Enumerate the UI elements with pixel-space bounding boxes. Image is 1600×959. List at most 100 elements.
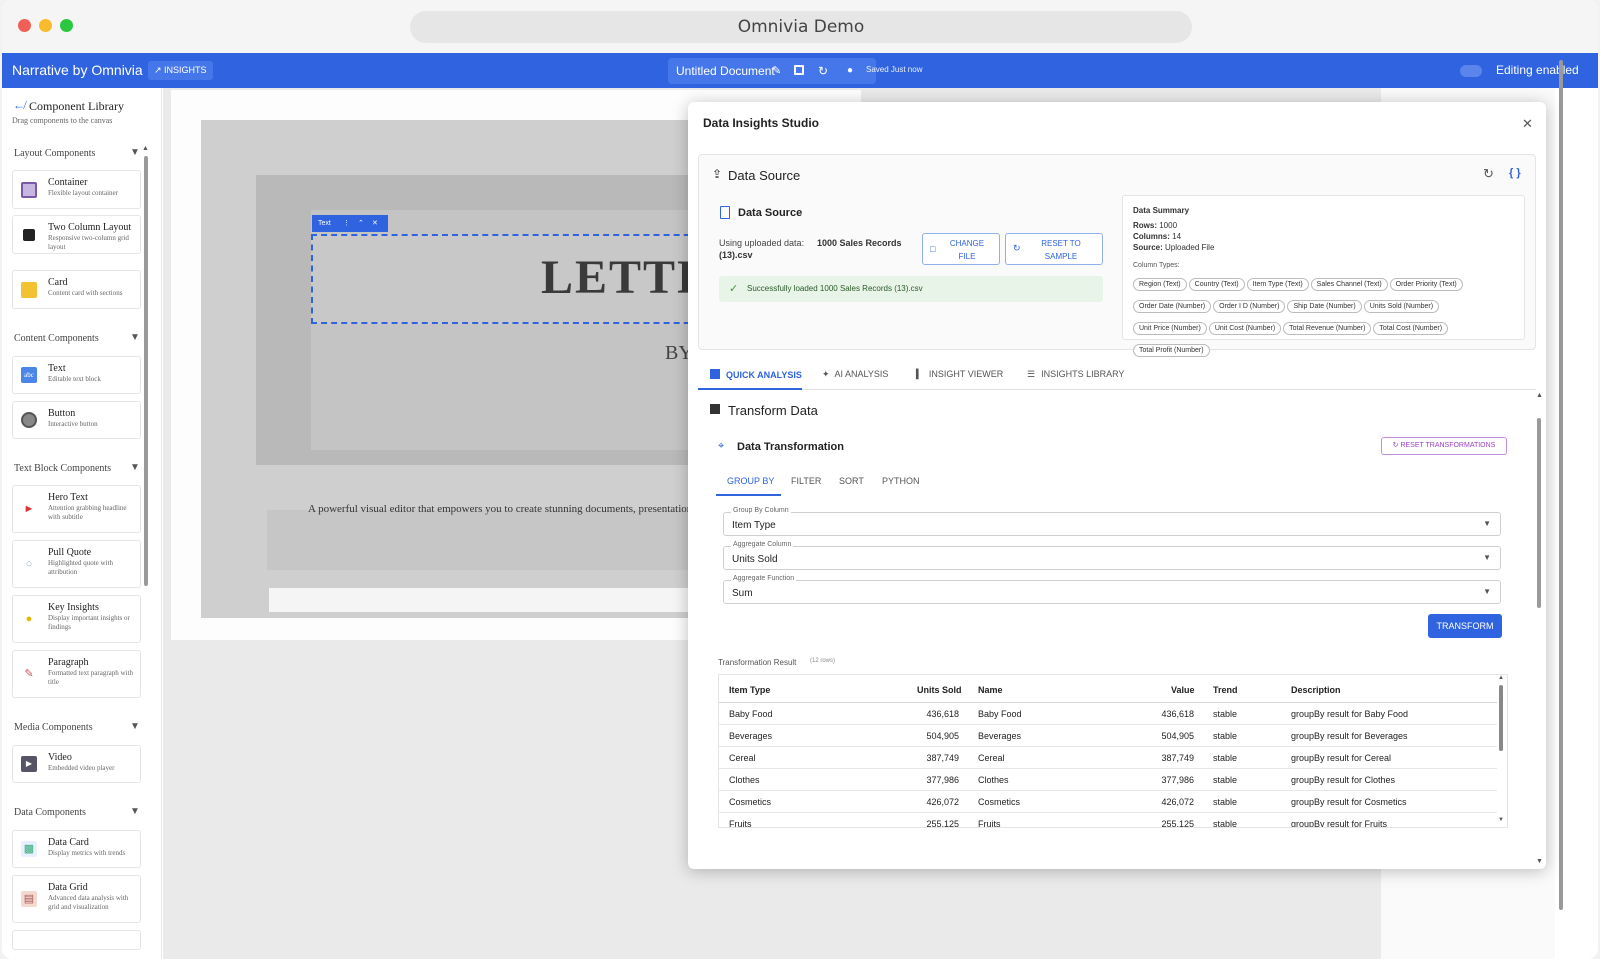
edit-pencil-icon[interactable]: ✎ [772,58,781,84]
col-header-description[interactable]: Description [1291,685,1341,695]
page-scrollbar[interactable] [1559,60,1563,910]
table-scrollbar[interactable] [1499,685,1503,751]
column-type-chip: Order Priority (Text) [1389,278,1463,291]
component-two-column-layout[interactable]: Two Column Layout Responsive two-column … [12,215,141,254]
results-table: Item Type Units Sold Name Value Trend De… [718,674,1508,828]
reset-to-sample-button[interactable]: ↻ RESET TO SAMPLE [1005,233,1103,265]
modal-scrollbar[interactable] [1537,418,1541,608]
subtab-group-by[interactable]: GROUP BY [727,476,774,486]
selection-toolbar[interactable]: Text ⋮ ⌃ ✕ [312,215,388,232]
document-title[interactable]: Untitled Document [676,64,775,78]
change-file-button[interactable]: □ CHANGE FILE [922,233,1000,265]
component-data-grid[interactable]: ▤ Data Grid Advanced data analysis with … [12,875,141,923]
chevron-up-icon[interactable]: ⌃ [358,215,364,232]
section-text-block-components[interactable]: Text Block Components [14,463,111,474]
component-desc: Flexible layout container [48,189,118,197]
card-icon [21,281,37,298]
history-icon[interactable]: ↻ [818,58,828,84]
tab-ai-analysis[interactable]: ✦ AI ANALYSIS [822,369,888,380]
scroll-up-icon[interactable]: ▲ [1498,675,1504,681]
col-header-trend[interactable]: Trend [1213,685,1238,695]
component-hero-text[interactable]: ► Hero Text Attention grabbing headline … [12,485,141,533]
table-cell: Cosmetics [978,797,1021,807]
close-window-icon[interactable] [18,19,31,32]
sidebar-scrollbar[interactable] [144,156,148,586]
close-icon[interactable]: ✕ [1522,116,1533,132]
editing-toggle[interactable] [1460,65,1482,77]
table-row[interactable]: Fruits 255,125 Fruits 255,125 stable groupBy … [719,813,1497,828]
dropdown-arrow-icon[interactable]: ▼ [1483,553,1491,562]
component-name: Card [48,277,68,288]
component-key-insights[interactable]: ● Key Insights Display important insight… [12,595,141,643]
table-cell: Cereal [978,753,1005,763]
save-icon[interactable] [794,65,804,75]
tab-label: QUICK ANALYSIS [726,370,802,380]
field-value: Sum [732,588,753,599]
table-cell: 426,072 [1161,797,1194,807]
hero-heading[interactable]: LETTE [541,250,711,305]
refresh-icon[interactable]: ↻ [1483,166,1494,182]
insights-button[interactable]: ↗ INSIGHTS [148,61,213,80]
tab-quick-analysis[interactable]: QUICK ANALYSIS [710,369,802,380]
chevron-down-icon[interactable]: ▼ [130,806,140,817]
col-header-units-sold[interactable]: Units Sold [917,685,962,695]
chevron-down-icon[interactable]: ▼ [130,332,140,343]
zoom-window-icon[interactable] [60,19,73,32]
component-data-card[interactable]: ▩ Data Card Display metrics with trends [12,830,141,868]
table-row[interactable]: Beverages 504,905 Beverages 504,905 stable gr… [719,725,1497,747]
dropdown-arrow-icon[interactable]: ▼ [1483,587,1491,596]
scroll-down-icon[interactable]: ▼ [1536,858,1543,865]
chevron-down-icon[interactable]: ▼ [130,147,140,158]
tab-insights-library[interactable]: ☰ INSIGHTS LIBRARY [1027,369,1124,380]
table-row[interactable]: Baby Food 436,618 Baby Food 436,618 stable gr… [719,703,1497,725]
component-library-icon: ↚ [13,98,25,112]
result-label: Transformation Result [718,658,797,667]
minimize-window-icon[interactable] [39,19,52,32]
component-pull-quote[interactable]: ○ Pull Quote Highlighted quote with attr… [12,540,141,588]
section-content-components[interactable]: Content Components [14,333,99,344]
tab-insight-viewer[interactable]: ▍ INSIGHT VIEWER [916,369,1003,380]
transform-button[interactable]: TRANSFORM [1428,614,1502,638]
bar-chart-icon: ▩ [21,841,37,857]
address-bar[interactable]: Omnivia Demo [410,11,1192,43]
component-video[interactable]: ▶ Video Embedded video player [12,745,141,783]
column-type-chip: Total Cost (Number) [1373,322,1449,335]
subtab-filter[interactable]: FILTER [791,476,821,486]
dropdown-arrow-icon[interactable]: ▼ [1483,519,1491,528]
table-row[interactable]: Cereal 387,749 Cereal 387,749 stable groupBy … [719,747,1497,769]
reset-transformations-button[interactable]: ↻ RESET TRANSFORMATIONS [1381,437,1507,455]
component-button[interactable]: Button Interactive button [12,401,141,439]
col-header-name[interactable]: Name [978,685,1003,695]
col-header-item-type[interactable]: Item Type [729,685,770,695]
section-data-components[interactable]: Data Components [14,807,86,818]
table-row[interactable]: Clothes 377,986 Clothes 377,986 stable groupB… [719,769,1497,791]
code-braces-icon[interactable]: { } [1509,167,1521,179]
component-paragraph[interactable]: ✎ Paragraph Formatted text paragraph wit… [12,650,141,698]
close-icon[interactable]: ✕ [372,215,378,232]
scroll-up-icon[interactable]: ▲ [1536,392,1543,399]
chevron-down-icon[interactable]: ▼ [130,462,140,473]
section-media-components[interactable]: Media Components [14,722,93,733]
aggregate-function-select[interactable]: Aggregate Function Sum ▼ [723,575,1501,604]
table-cell: stable [1213,819,1238,828]
component-container[interactable]: Container Flexible layout container [12,170,141,209]
subtab-python[interactable]: PYTHON [882,476,920,486]
component-text[interactable]: abc Text Editable text block [12,356,141,394]
component-card[interactable]: Card Content card with sections [12,270,141,309]
aggregate-column-select[interactable]: Aggregate Column Units Sold ▼ [723,541,1501,570]
group-by-select[interactable]: Group By Column Item Type ▼ [723,507,1501,536]
col-header-value[interactable]: Value [1171,685,1195,695]
subtab-sort[interactable]: SORT [839,476,864,486]
chevron-down-icon[interactable]: ▼ [130,721,140,732]
component-name: Container [48,177,88,188]
drag-handle-icon[interactable]: ⋮ [343,215,350,232]
document-title-box[interactable]: Untitled Document ✎ ↻ ● [668,58,876,84]
scroll-up-icon[interactable]: ▲ [142,144,149,152]
body-text[interactable]: A powerful visual editor that empowers y… [308,503,692,515]
table-cell: stable [1213,797,1238,807]
section-layout-components[interactable]: Layout Components [14,148,95,159]
scroll-down-icon[interactable]: ▼ [1498,817,1504,823]
table-row[interactable]: Cosmetics 426,072 Cosmetics 426,072 stable gr… [719,791,1497,813]
component-name: Data Grid [48,882,88,893]
component-partial[interactable] [12,930,141,950]
